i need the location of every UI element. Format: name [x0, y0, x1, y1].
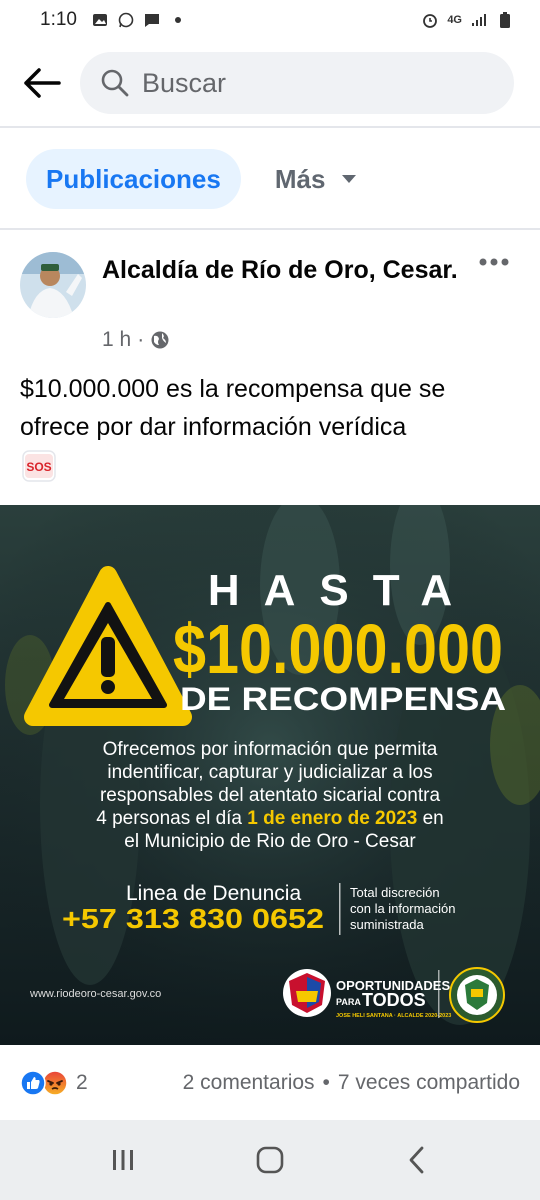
shares-count[interactable]: 7 veces compartido [338, 1071, 520, 1095]
sos-emoji: SOS [22, 450, 56, 482]
notification-dot-icon [169, 12, 187, 28]
home-button[interactable] [240, 1130, 300, 1190]
status-left: 1:10 [40, 9, 187, 31]
recents-button[interactable] [93, 1130, 153, 1190]
message-notification-icon [143, 12, 161, 28]
poster-website: www.riodeoro-cesar.gov.co [29, 988, 161, 1000]
poster-hotline-number: +57 313 830 0652 [62, 903, 324, 934]
logo-line-3: TODOS [362, 990, 426, 1010]
post-header: Alcaldía de Río de Oro, Cesar. 1 h · [0, 232, 540, 362]
poster-subheadline: DE RECOMPENSA [180, 681, 506, 717]
comments-count[interactable]: 2 comentarios [183, 1071, 315, 1095]
tab-publicaciones[interactable]: Publicaciones [26, 149, 241, 209]
reactions-bar: 2 2 comentarios • 7 veces compartido [0, 1048, 540, 1118]
status-right: 4G [421, 12, 514, 28]
poster-date-highlight: 1 de enero de 2023 [247, 808, 417, 829]
poster-amount: $10.000.000 [173, 610, 503, 688]
poster-body-line-3: responsables del atentato sicarial contr… [100, 785, 441, 806]
tab-more-label: Más [274, 163, 326, 194]
page-name[interactable]: Alcaldía de Río de Oro, Cesar. [102, 254, 462, 287]
poster-body-line-4: 4 personas el día 1 de enero de 2023 en [96, 808, 444, 829]
avatar[interactable] [20, 252, 86, 318]
search-icon [101, 69, 129, 97]
sos-label: SOS [26, 460, 51, 474]
poster-body-line-4c: en [417, 808, 443, 829]
network-type: 4G [447, 14, 462, 26]
post-image[interactable]: HASTA $10.000.000 DE RECOMPENSA Ofrecemo… [0, 505, 540, 1045]
tab-more[interactable]: Más [275, 149, 358, 209]
reaction-count: 2 [76, 1071, 88, 1094]
post: Alcaldía de Río de Oro, Cesar. 1 h · $10… [0, 232, 540, 482]
post-meta: 1 h · [102, 328, 170, 352]
system-nav-bar [0, 1120, 540, 1200]
search-placeholder: Buscar [142, 67, 227, 98]
engagement-separator: • [322, 1071, 330, 1094]
home-icon [256, 1146, 284, 1174]
logo-tagline: JOSE HELI SANTANA · ALCALDE 2020-2023 [336, 1013, 451, 1019]
back-nav-icon [409, 1146, 424, 1174]
signal-icon [470, 12, 488, 28]
poster-body-line-1: Ofrecemos por información que permita [103, 739, 438, 760]
dropdown-caret-icon [342, 175, 357, 183]
globe-icon [151, 331, 169, 349]
status-bar: 1:10 4G [0, 0, 540, 40]
post-time[interactable]: 1 h [102, 328, 131, 352]
poster-discretion-line-3: suministrada [350, 917, 424, 932]
poster-body-line-5: el Municipio de Rio de Oro - Cesar [124, 831, 416, 852]
back-arrow-icon [24, 68, 61, 98]
gallery-notification-icon [91, 12, 109, 28]
poster-body-line-2: indentificar, capturar y judicializar a … [107, 762, 432, 783]
poster-discretion-line-2: con la información [350, 901, 456, 916]
police-badge-logo [449, 967, 505, 1023]
engagement-stats: 2 comentarios • 7 veces compartido [183, 1071, 520, 1095]
whatsapp-notification-icon [117, 12, 135, 28]
search-input[interactable]: Buscar [80, 52, 514, 114]
filter-tabs: Publicaciones Más [0, 130, 540, 230]
alarm-icon [421, 12, 439, 28]
poster-hotline-label: Linea de Denuncia [126, 882, 301, 905]
sos-icon: SOS [22, 450, 56, 482]
battery-icon [496, 12, 514, 28]
more-options-button[interactable] [478, 254, 510, 274]
reaction-icons[interactable]: 2 [20, 1070, 88, 1096]
poster-body-line-4a: 4 personas el día [96, 808, 247, 829]
like-icon [20, 1070, 46, 1096]
recents-icon [113, 1150, 134, 1170]
more-options-icon [479, 258, 509, 266]
back-button[interactable] [20, 61, 64, 105]
municipal-crest-logo [283, 969, 331, 1017]
reward-poster: HASTA $10.000.000 DE RECOMPENSA Ofrecemo… [0, 505, 540, 1045]
poster-headline: HASTA [208, 566, 476, 615]
top-bar: Buscar [0, 40, 540, 128]
avatar-image [20, 252, 86, 318]
back-nav-button[interactable] [387, 1130, 447, 1190]
meta-separator: · [137, 328, 145, 351]
logo-line-2: PARA [336, 997, 361, 1007]
post-text: $10.000.000 es la recompensa que se ofre… [20, 375, 446, 441]
poster-discretion-line-1: Total discreción [350, 885, 440, 900]
status-time: 1:10 [40, 9, 77, 30]
